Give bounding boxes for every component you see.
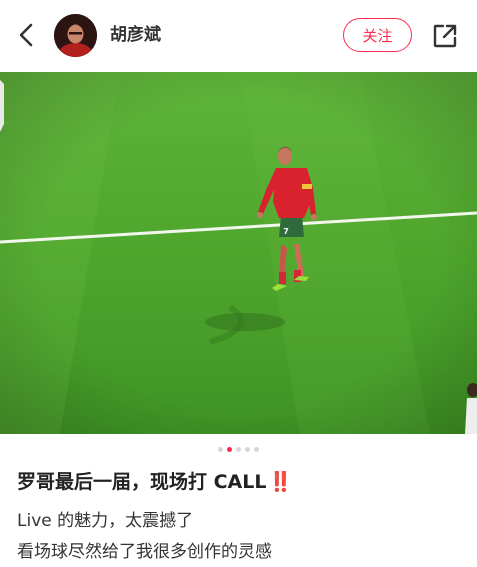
post-body-line-2: 看场球尽然给了我很多创作的灵感 [17,542,272,562]
follow-button-label: 关注 [362,26,393,45]
carousel-dot-active [227,446,232,452]
edge-player-left [0,80,4,132]
avatar-portrait-image [54,14,97,57]
double-exclamation-emoji: ‼️ [268,471,293,493]
post-title: 罗哥最后一届，现场打 CALL ‼️ [17,468,292,496]
carousel-dot [254,446,259,452]
carousel-dot [218,446,223,452]
shorts-number: 7 [283,227,289,236]
football-pitch-photo: 7 [0,72,477,434]
post-title-text: 罗哥最后一届，现场打 CALL [17,471,267,493]
author-name[interactable]: 胡彦斌 [110,23,161,47]
follow-button[interactable]: 关注 [343,18,412,52]
author-avatar[interactable] [54,14,97,57]
carousel-indicator [0,444,477,454]
top-bar: 胡彦斌 关注 [0,0,477,72]
post-body-line-1: Live 的魅力，太震撼了 [17,511,194,531]
share-icon[interactable] [431,22,459,50]
back-arrow-icon[interactable] [14,20,40,50]
carousel-dot [236,446,241,452]
carousel-dot [245,446,250,452]
post-image[interactable]: 7 [0,72,477,434]
